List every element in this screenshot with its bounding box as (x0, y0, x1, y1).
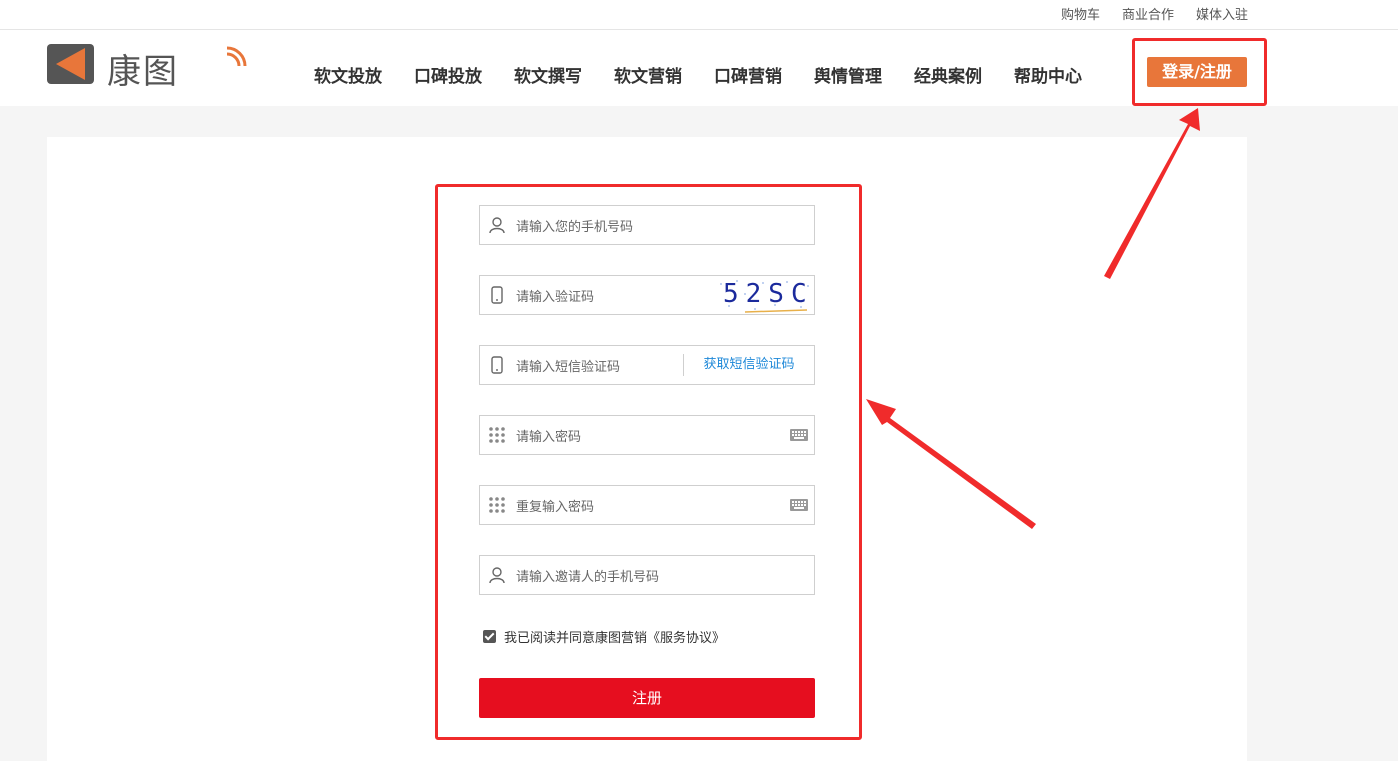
top-links: 购物车 商业合作 媒体入驻 (1061, 4, 1248, 23)
logo-mark-icon (47, 44, 94, 84)
signal-icon (226, 46, 247, 67)
logo-text: 康图 (107, 52, 179, 92)
nav-item-cases[interactable]: 经典案例 (914, 62, 982, 87)
annotation-box-login (1132, 38, 1267, 106)
business-cooperation-link[interactable]: 商业合作 (1122, 4, 1174, 23)
cart-link[interactable]: 购物车 (1061, 4, 1100, 23)
annotation-box-form (435, 184, 862, 740)
nav-item-softtext-marketing[interactable]: 软文营销 (614, 62, 682, 87)
main-nav: 软文投放 口碑投放 软文撰写 软文营销 口碑营销 舆情管理 经典案例 帮助中心 (314, 62, 1114, 87)
top-utility-bar: 购物车 商业合作 媒体入驻 (0, 0, 1398, 30)
nav-item-wom-marketing[interactable]: 口碑营销 (714, 62, 782, 87)
nav-item-public-opinion[interactable]: 舆情管理 (814, 62, 882, 87)
nav-item-wom-placement[interactable]: 口碑投放 (414, 62, 482, 87)
site-logo[interactable]: 康图 (47, 38, 247, 92)
nav-item-softtext-writing[interactable]: 软文撰写 (514, 62, 582, 87)
nav-item-softtext-placement[interactable]: 软文投放 (314, 62, 382, 87)
media-join-link[interactable]: 媒体入驻 (1196, 4, 1248, 23)
nav-item-help-center[interactable]: 帮助中心 (1014, 62, 1082, 87)
